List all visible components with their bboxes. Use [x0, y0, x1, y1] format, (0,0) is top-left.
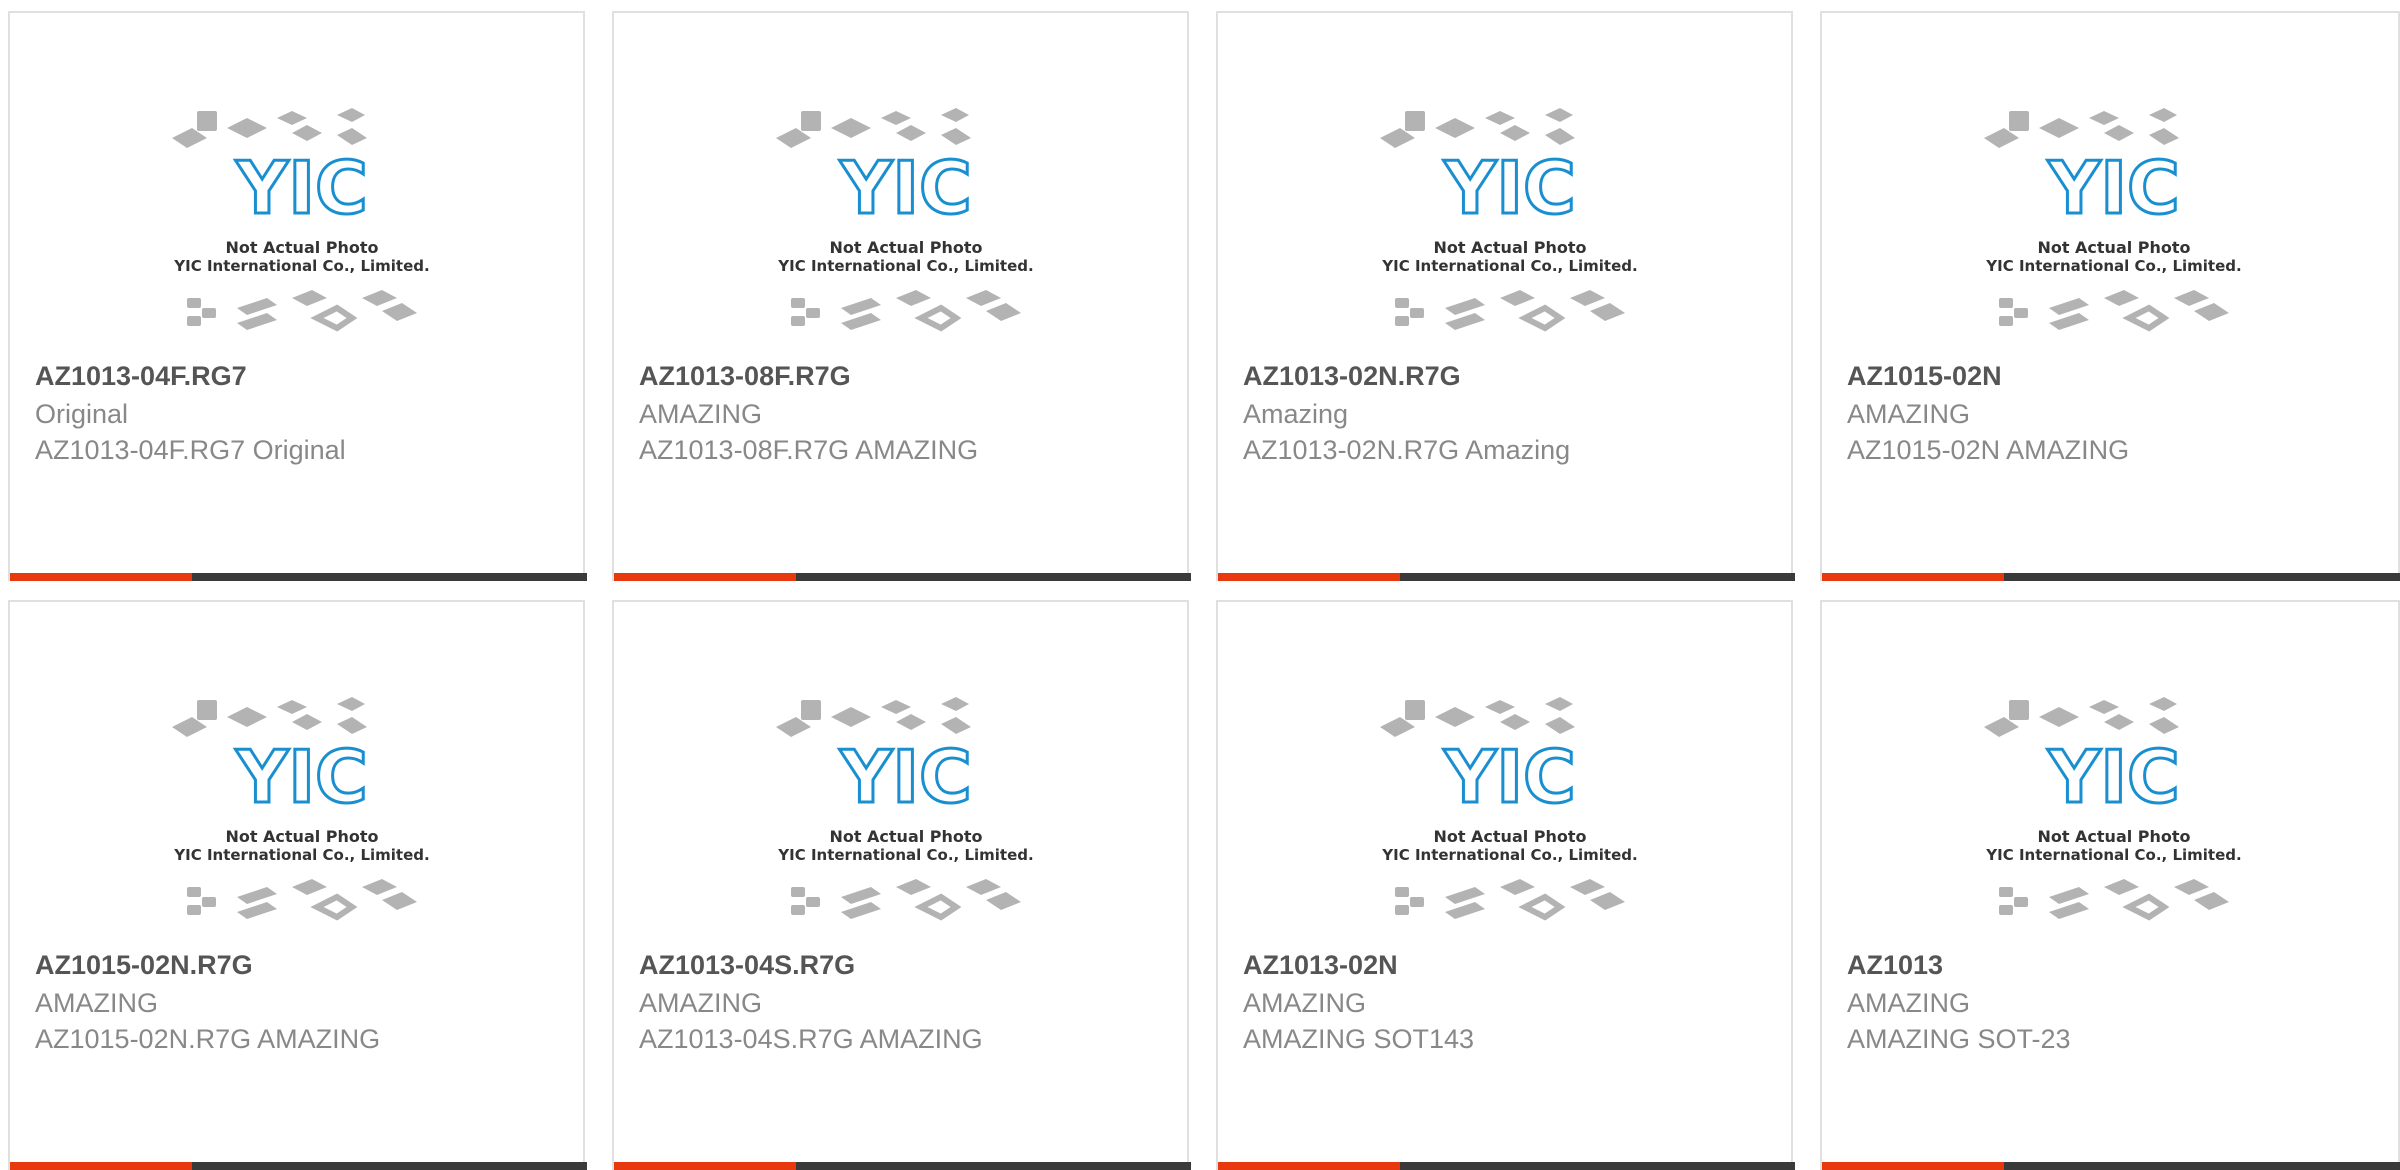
placeholder-line2: YIC International Co., Limited. — [777, 257, 1033, 275]
placeholder-line2: YIC International Co., Limited. — [1985, 257, 2241, 275]
product-card[interactable]: YIC Not Actual Photo YIC International C… — [8, 11, 587, 581]
card-accent-bar — [614, 1162, 1191, 1170]
product-brand: Original — [35, 399, 129, 429]
product-placeholder-image: YIC Not Actual Photo YIC International C… — [172, 697, 430, 921]
product-description: AZ1015-02N.R7G AMAZING — [35, 1024, 381, 1054]
yic-logo-icon: YIC — [2047, 146, 2180, 230]
placeholder-line2: YIC International Co., Limited. — [1381, 257, 1637, 275]
product-card[interactable]: YIC Not Actual Photo YIC International C… — [1216, 11, 1795, 581]
product-description: AZ1013-04S.R7G AMAZING — [639, 1024, 983, 1054]
product-card[interactable]: YIC Not Actual Photo YIC International C… — [8, 600, 587, 1170]
product-title[interactable]: AZ1013 — [1847, 950, 1943, 981]
placeholder-line2: YIC International Co., Limited. — [777, 846, 1033, 864]
product-description: AMAZING SOT-23 — [1847, 1024, 2071, 1054]
placeholder-line1: Not Actual Photo — [225, 238, 378, 257]
yic-logo-icon: YIC — [1443, 146, 1576, 230]
product-placeholder-image: YIC Not Actual Photo YIC International C… — [172, 108, 430, 332]
product-brand: AMAZING — [1847, 399, 1971, 429]
card-accent-bar — [1822, 573, 2400, 581]
placeholder-line1: Not Actual Photo — [225, 827, 378, 846]
product-description: AZ1013-02N.R7G Amazing — [1243, 435, 1571, 465]
product-card[interactable]: YIC Not Actual Photo YIC International C… — [1820, 11, 2400, 581]
product-brand: AMAZING — [35, 988, 159, 1018]
card-accent-bar — [614, 573, 1191, 581]
card-accent-bar — [1218, 573, 1795, 581]
placeholder-line1: Not Actual Photo — [1433, 827, 1586, 846]
product-brand: AMAZING — [1243, 988, 1367, 1018]
product-title[interactable]: AZ1013-02N — [1243, 950, 1398, 981]
product-card[interactable]: YIC Not Actual Photo YIC International C… — [1820, 600, 2400, 1170]
product-placeholder-image: YIC Not Actual Photo YIC International C… — [1984, 108, 2242, 332]
product-title[interactable]: AZ1015-02N — [1847, 361, 2002, 392]
product-description: AZ1013-04F.RG7 Original — [35, 435, 346, 465]
product-title[interactable]: AZ1015-02N.R7G — [35, 950, 253, 981]
placeholder-line1: Not Actual Photo — [829, 827, 982, 846]
card-accent-bar — [10, 573, 587, 581]
placeholder-line2: YIC International Co., Limited. — [173, 846, 429, 864]
product-card[interactable]: YIC Not Actual Photo YIC International C… — [612, 11, 1191, 581]
product-description: AZ1015-02N AMAZING — [1847, 435, 2130, 465]
product-description: AMAZING SOT143 — [1243, 1024, 1475, 1054]
yic-logo-icon: YIC — [839, 735, 972, 819]
placeholder-line1: Not Actual Photo — [829, 238, 982, 257]
product-title[interactable]: AZ1013-04F.RG7 — [35, 361, 247, 392]
placeholder-line2: YIC International Co., Limited. — [1985, 846, 2241, 864]
product-grid: YIC Not Actual Photo YIC International C… — [0, 0, 2400, 1170]
product-card[interactable]: YIC Not Actual Photo YIC International C… — [1216, 600, 1795, 1170]
yic-logo-icon: YIC — [235, 146, 368, 230]
card-accent-bar — [10, 1162, 587, 1170]
product-brand: Amazing — [1243, 399, 1349, 429]
product-placeholder-image: YIC Not Actual Photo YIC International C… — [776, 108, 1034, 332]
yic-logo-icon: YIC — [235, 735, 368, 819]
placeholder-line1: Not Actual Photo — [2037, 827, 2190, 846]
product-placeholder-image: YIC Not Actual Photo YIC International C… — [1380, 108, 1638, 332]
product-title[interactable]: AZ1013-04S.R7G — [639, 950, 855, 981]
product-description: AZ1013-08F.R7G AMAZING — [639, 435, 979, 465]
yic-logo-icon: YIC — [839, 146, 972, 230]
placeholder-line1: Not Actual Photo — [2037, 238, 2190, 257]
product-card[interactable]: YIC Not Actual Photo YIC International C… — [612, 600, 1191, 1170]
product-brand: AMAZING — [639, 988, 763, 1018]
yic-logo-icon: YIC — [2047, 735, 2180, 819]
card-accent-bar — [1822, 1162, 2400, 1170]
placeholder-line2: YIC International Co., Limited. — [173, 257, 429, 275]
placeholder-line2: YIC International Co., Limited. — [1381, 846, 1637, 864]
product-brand: AMAZING — [1847, 988, 1971, 1018]
product-brand: AMAZING — [639, 399, 763, 429]
card-accent-bar — [1218, 1162, 1795, 1170]
product-title[interactable]: AZ1013-02N.R7G — [1243, 361, 1461, 392]
placeholder-line1: Not Actual Photo — [1433, 238, 1586, 257]
product-title[interactable]: AZ1013-08F.R7G — [639, 361, 851, 392]
yic-logo-icon: YIC — [1443, 735, 1576, 819]
product-placeholder-image: YIC Not Actual Photo YIC International C… — [1380, 697, 1638, 921]
product-placeholder-image: YIC Not Actual Photo YIC International C… — [776, 697, 1034, 921]
product-placeholder-image: YIC Not Actual Photo YIC International C… — [1984, 697, 2242, 921]
